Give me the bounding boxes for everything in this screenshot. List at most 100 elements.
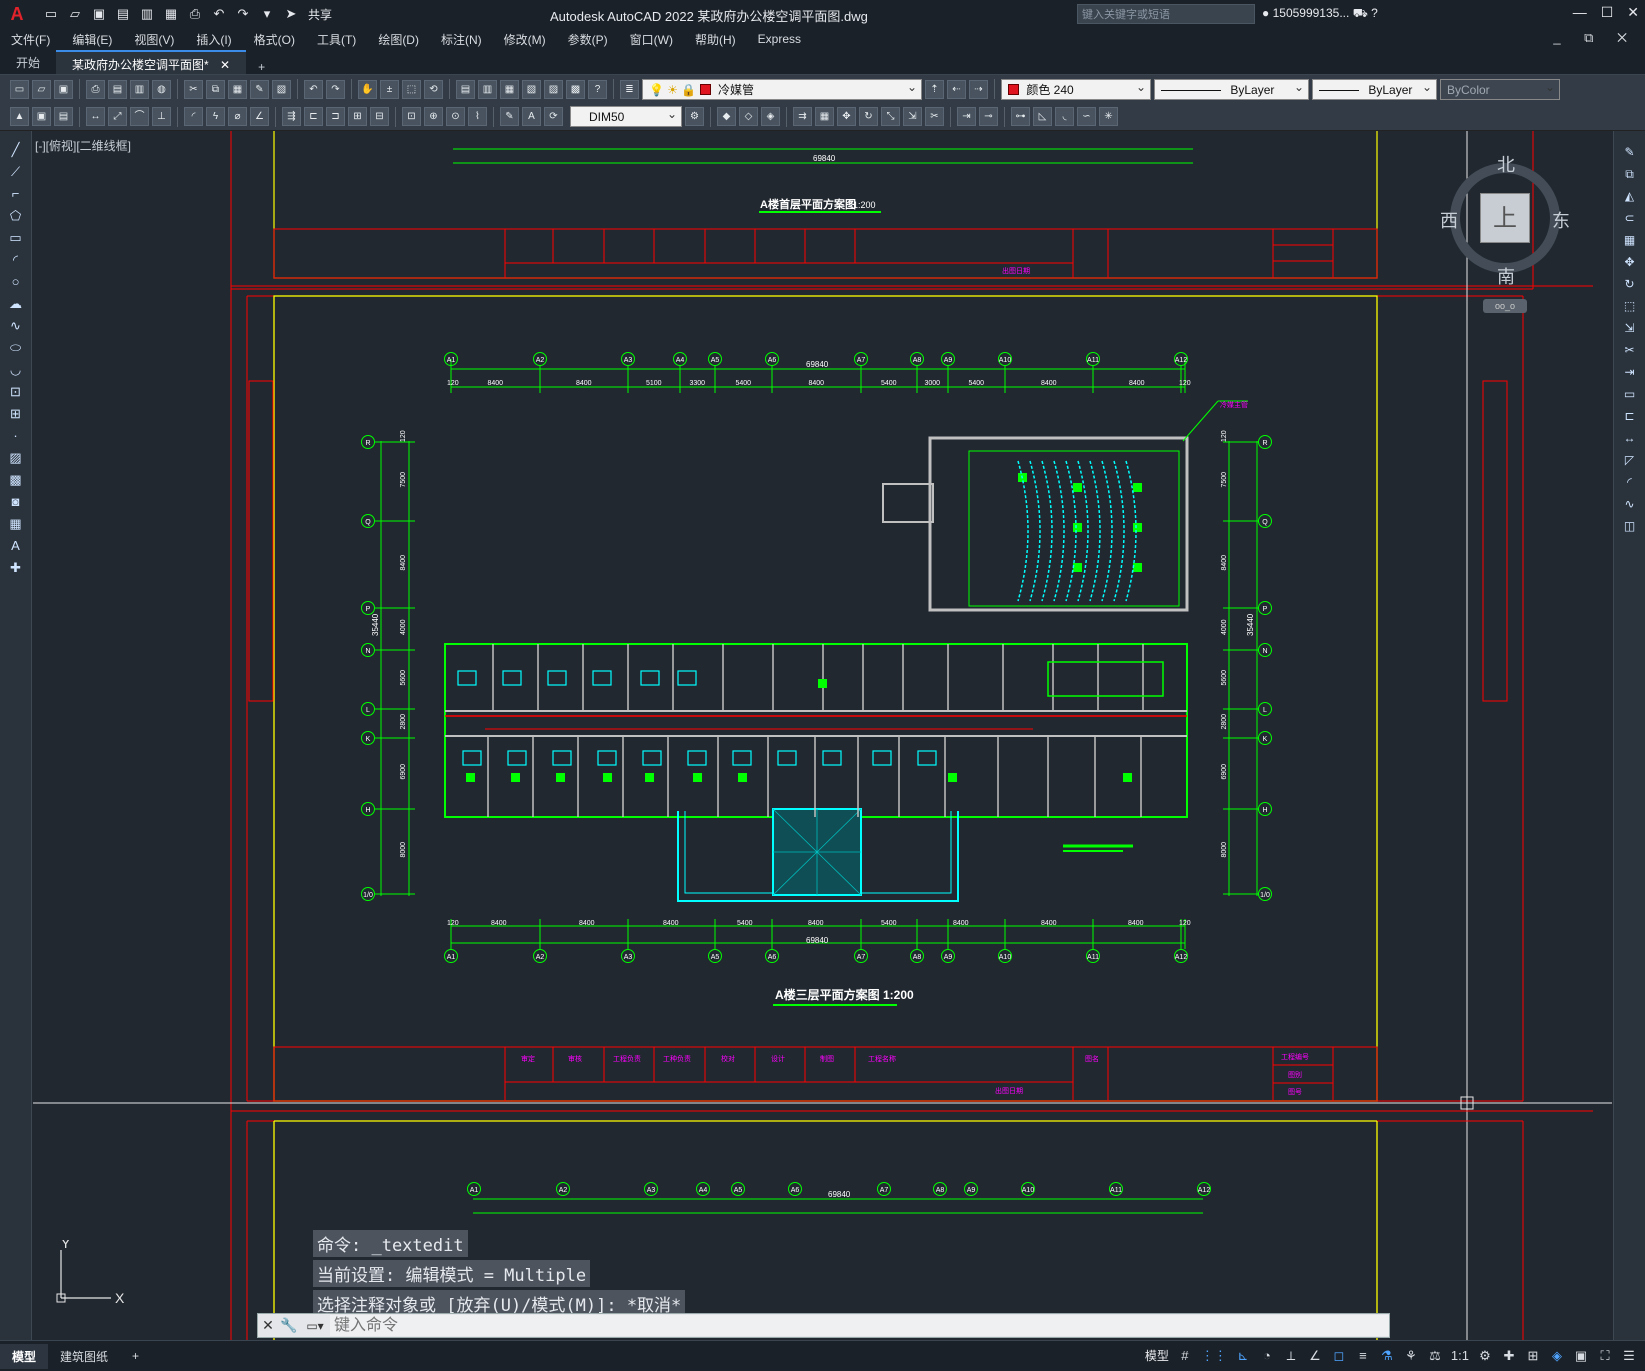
rectangle-icon[interactable]: ▭ <box>7 229 25 247</box>
inspect-icon[interactable]: ⊙ <box>446 107 465 126</box>
zoom-realtime-icon[interactable]: ± <box>380 79 399 99</box>
layer-dropdown[interactable]: 💡 ☀ 🔒 冷媒管 <box>642 77 922 100</box>
menu-modify[interactable]: 修改(M) <box>493 31 557 48</box>
workspace-gear-icon[interactable]: ⚙ <box>1477 1348 1493 1364</box>
annotation-visibility-icon[interactable]: ⚗ <box>1379 1348 1395 1364</box>
layer-previous-icon[interactable]: ⇠ <box>947 79 966 99</box>
menu-parametric[interactable]: 参数(P) <box>557 31 619 48</box>
preview-icon[interactable]: ▤ <box>108 79 127 99</box>
share-icon[interactable]: ➤ <box>282 5 300 23</box>
save-icon[interactable]: ▣ <box>90 5 108 23</box>
jogged-icon[interactable]: ϟ <box>206 107 225 126</box>
gradient-icon[interactable]: ▩ <box>7 471 25 489</box>
save-icon-2[interactable]: ▣ <box>54 79 73 99</box>
command-prompt-icon[interactable]: ▭▾ <box>300 1319 330 1333</box>
color-dropdown[interactable]: 颜色 240 <box>1001 77 1151 100</box>
undo-icon[interactable]: ↶ <box>210 5 228 23</box>
viewcube-west[interactable]: 西 <box>1440 207 1458 233</box>
construction-line-icon[interactable]: ⟋ <box>7 163 25 181</box>
dim-edit-icon[interactable]: ✎ <box>500 107 519 126</box>
scale-right-icon[interactable]: ⬚ <box>1621 297 1639 315</box>
properties-icon[interactable]: ▤ <box>456 79 475 99</box>
object-snap-icon[interactable]: ◻ <box>1331 1348 1347 1364</box>
auto-scale-icon[interactable]: ⚘ <box>1403 1348 1419 1364</box>
make-current-layer-icon[interactable]: ⇡ <box>925 79 944 99</box>
arc-icon[interactable]: ◜ <box>7 251 25 269</box>
menu-tools[interactable]: 工具(T) <box>306 31 367 48</box>
copy-object-icon[interactable]: ◇ <box>739 107 758 126</box>
grid-icon[interactable]: # <box>1177 1348 1193 1363</box>
dim-update-icon[interactable]: ⟳ <box>544 107 563 126</box>
linear-dim-icon[interactable]: ↔ <box>86 107 105 126</box>
menu-format[interactable]: 格式(O) <box>243 31 306 48</box>
move-right-icon[interactable]: ✥ <box>1621 253 1639 271</box>
menu-view[interactable]: 视图(V) <box>123 31 185 48</box>
trim-right-icon[interactable]: ✂ <box>1621 341 1639 359</box>
snap-icon[interactable]: ⋮⋮ <box>1201 1348 1227 1364</box>
model-space-button[interactable]: 模型 <box>1145 1347 1169 1364</box>
design-center-icon[interactable]: ▥ <box>478 79 497 99</box>
radius-icon[interactable]: ◜ <box>184 107 203 126</box>
document-window-controls[interactable]: _ ⧉ ✕ <box>1553 30 1637 46</box>
join-right-icon[interactable]: ↔ <box>1621 429 1639 447</box>
viewcube-wcs-menu[interactable]: oo_o <box>1483 299 1527 313</box>
help-icon-2[interactable]: ? <box>588 79 607 99</box>
annotation-scale-value[interactable]: 1:1 <box>1451 1348 1469 1363</box>
ortho-icon[interactable]: ⊾ <box>1235 1348 1251 1364</box>
new-tab-button[interactable]: + <box>246 56 277 74</box>
match-properties-icon[interactable]: ✎ <box>250 79 269 99</box>
ellipse-icon[interactable]: ⬭ <box>7 339 25 357</box>
menu-edit[interactable]: 编辑(E) <box>61 31 123 48</box>
rotate-icon[interactable]: ↻ <box>859 107 878 126</box>
publish-icon-2[interactable]: ▥ <box>130 79 149 99</box>
layout-tab-model[interactable]: 模型 <box>0 1343 49 1369</box>
menu-insert[interactable]: 插入(I) <box>185 31 242 48</box>
menu-window[interactable]: 窗口(W) <box>619 31 684 48</box>
rotate-right-icon[interactable]: ↻ <box>1621 275 1639 293</box>
plot-icon[interactable]: ⎙ <box>86 79 105 99</box>
drawing-canvas[interactable]: A楼首层平面方案图 1:200 69840 出图日期 审定 审核 工程负责 工种… <box>33 131 1612 1340</box>
extend-right-icon[interactable]: ⇥ <box>1621 363 1639 381</box>
continue-icon[interactable]: ⊐ <box>326 107 345 126</box>
add-selected-icon[interactable]: ✚ <box>7 559 25 577</box>
line-icon[interactable]: ╱ <box>7 141 25 159</box>
sheet-set-icon[interactable]: ▧ <box>522 79 541 99</box>
mirror-right-icon[interactable]: ◭ <box>1621 187 1639 205</box>
array-icon[interactable]: ▦ <box>815 107 834 126</box>
erase-right-icon[interactable]: ✎ <box>1621 143 1639 161</box>
units-icon[interactable]: ⊞ <box>1525 1348 1541 1364</box>
copy-icon[interactable]: ⧉ <box>206 79 225 99</box>
cut-icon[interactable]: ✂ <box>184 79 203 99</box>
layer-properties-icon[interactable]: ≣ <box>620 79 639 99</box>
isolate-objects-icon[interactable]: ◈ <box>1549 1348 1565 1364</box>
undo-icon-2[interactable]: ↶ <box>304 79 323 99</box>
redo-icon-2[interactable]: ↷ <box>326 79 345 99</box>
fillet-right-icon[interactable]: ◜ <box>1621 473 1639 491</box>
pan-icon[interactable]: ✋ <box>358 79 377 99</box>
help-search-input[interactable]: 键入关键字或短语 <box>1077 4 1255 24</box>
circle-icon[interactable]: ○ <box>7 273 25 291</box>
print-icon[interactable]: ⎙ <box>186 5 204 23</box>
chamfer-icon[interactable]: ◺ <box>1033 107 1052 126</box>
break-two-right-icon[interactable]: ⊏ <box>1621 407 1639 425</box>
menu-dimension[interactable]: 标注(N) <box>430 31 493 48</box>
layout-tab-sheet[interactable]: 建筑图纸 <box>48 1344 120 1369</box>
block-editor-icon[interactable]: ▧ <box>272 79 291 99</box>
tolerance-icon[interactable]: ⊡ <box>402 107 421 126</box>
drawing-viewport[interactable]: [-][俯视][二维线框] A楼首层平面方案图 1:200 69840 出图日期… <box>33 131 1612 1340</box>
region-icon[interactable]: ◙ <box>7 493 25 511</box>
baseline-icon[interactable]: ⊏ <box>304 107 323 126</box>
lineweight-dropdown[interactable]: ByLayer <box>1312 77 1437 100</box>
wipeout-icon[interactable]: ▤ <box>54 107 73 126</box>
new-icon[interactable]: ▭ <box>10 79 29 99</box>
draw-order-icon[interactable]: ▲ <box>10 107 29 126</box>
dimstyle-manager-icon[interactable]: ⚙ <box>685 107 704 126</box>
viewcube-top-face[interactable]: 上 <box>1480 193 1530 243</box>
extend-icon[interactable]: ⇥ <box>957 107 976 126</box>
annotation-scale-icon[interactable]: ⚖ <box>1427 1348 1443 1364</box>
lineweight-icon[interactable]: ≡ <box>1355 1348 1371 1363</box>
new-file-icon[interactable]: ▭ <box>42 5 60 23</box>
hatch-icon[interactable]: ▨ <box>7 449 25 467</box>
menu-draw[interactable]: 绘图(D) <box>367 31 430 48</box>
spline-icon[interactable]: ∿ <box>7 317 25 335</box>
